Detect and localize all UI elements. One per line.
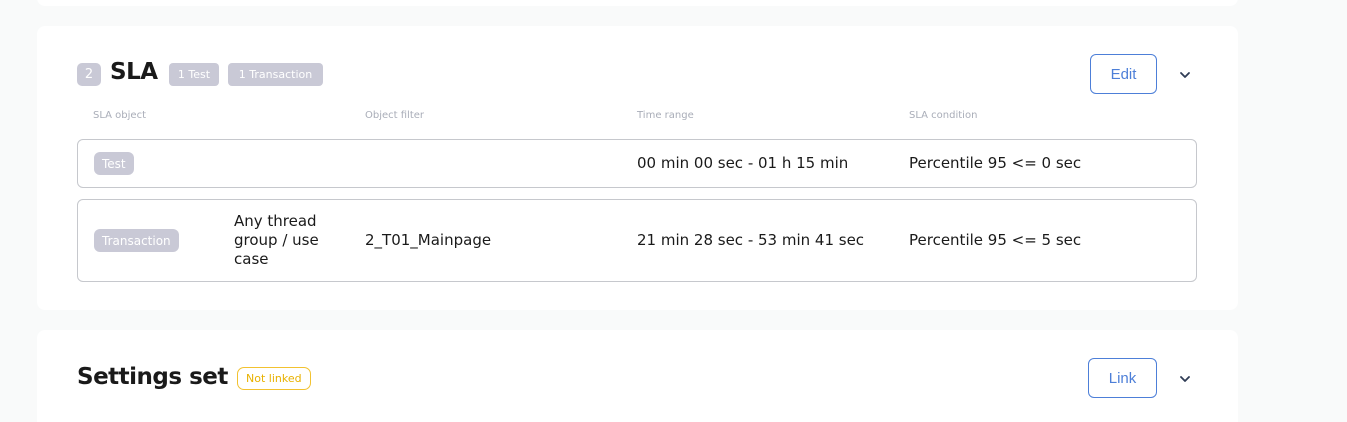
sla-title: SLA: [110, 59, 158, 85]
section-number-badge: 2: [77, 63, 101, 86]
link-button[interactable]: Link: [1088, 358, 1157, 398]
tag-transaction-count: 1 Transaction: [228, 63, 323, 86]
previous-card: [37, 0, 1238, 6]
tag-test-count: 1 Test: [169, 63, 219, 86]
sla-condition-value: Percentile 95 <= 0 sec: [909, 154, 1082, 172]
chevron-down-icon[interactable]: [1177, 67, 1193, 83]
sla-condition-value: Percentile 95 <= 5 sec: [909, 231, 1082, 249]
sla-object-tag: Transaction: [94, 229, 179, 252]
status-badge: Not linked: [237, 367, 311, 390]
chevron-down-icon[interactable]: [1177, 371, 1193, 387]
sla-row: Transaction Any thread group / use case …: [77, 199, 1197, 282]
time-range-value: 00 min 00 sec - 01 h 15 min: [637, 154, 849, 172]
sla-card: 2 SLA 1 Test 1 Transaction Edit SLA obje…: [37, 26, 1238, 310]
sla-scope-value: Any thread group / use case: [234, 212, 319, 268]
settings-set-title: Settings set: [77, 364, 228, 390]
column-header-time-range: Time range: [637, 110, 694, 121]
settings-set-card: Settings set Not linked Link: [37, 330, 1238, 422]
column-header-sla-object: SLA object: [93, 110, 146, 121]
object-filter-value: 2_T01_Mainpage: [365, 231, 492, 249]
column-header-sla-condition: SLA condition: [909, 110, 978, 121]
time-range-value: 21 min 28 sec - 53 min 41 sec: [637, 231, 865, 249]
sla-row: Test 00 min 00 sec - 01 h 15 min Percent…: [77, 139, 1197, 188]
edit-button[interactable]: Edit: [1090, 54, 1157, 94]
sla-object-tag: Test: [94, 152, 134, 175]
column-header-object-filter: Object filter: [365, 110, 425, 121]
